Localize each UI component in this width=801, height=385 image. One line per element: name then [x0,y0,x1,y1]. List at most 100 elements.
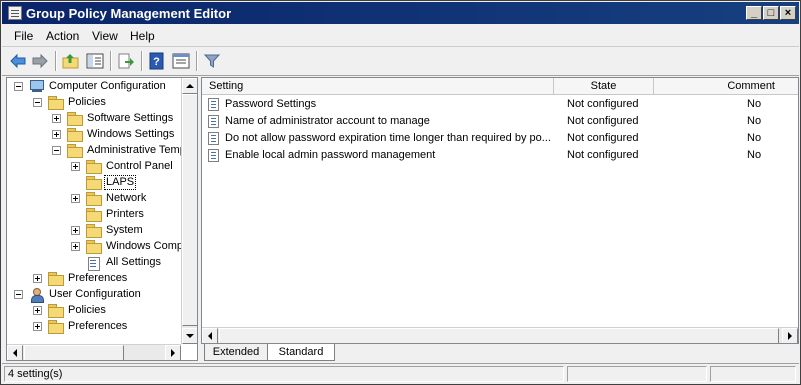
help-icon[interactable]: ? [148,52,166,70]
expand-icon[interactable] [52,130,61,139]
tree-item-policies[interactable]: Policies [7,95,181,111]
filter-icon[interactable] [203,52,221,70]
tree-item-label: System [106,224,143,236]
forward-arrow-icon[interactable] [31,52,49,70]
menu-view[interactable]: View [92,29,118,43]
folder-icon [67,112,83,126]
column-header-setting[interactable]: Setting [202,78,554,95]
tree-vertical-scrollbar[interactable] [181,78,197,344]
tree-item-label: Policies [68,96,106,108]
expand-icon[interactable] [71,242,80,251]
list-horizontal-scrollbar[interactable] [202,327,798,343]
expand-icon[interactable] [33,274,42,283]
folder-icon [86,224,102,238]
expand-icon[interactable] [71,162,80,171]
setting-comment: No [747,132,762,144]
policy-setting-icon [208,149,219,162]
tree-item-label: Computer Configuration [49,80,166,92]
minimize-button[interactable]: _ [746,6,762,20]
tab-extended[interactable]: Extended [204,344,268,361]
tree-item-user-configuration[interactable]: User Configuration [7,287,181,303]
column-header-state[interactable]: State [554,78,654,95]
tree-item-network[interactable]: Network [7,191,181,207]
expand-icon[interactable] [33,322,42,331]
tree-item-label: Printers [106,208,144,220]
list-row[interactable]: Password Settings Not configured No [202,96,798,113]
tree-item-label: Network [106,192,147,204]
collapse-icon[interactable] [14,290,23,299]
export-list-icon[interactable] [117,52,135,70]
scroll-up-button[interactable] [182,78,197,94]
back-arrow-icon[interactable] [9,52,27,70]
tree-item-label: Software Settings [87,112,174,124]
status-panel [710,366,796,382]
menu-action[interactable]: Action [46,29,79,43]
main-window: Group Policy Management Editor _ □ × Fil… [0,0,801,385]
window-title: Group Policy Management Editor [26,6,232,21]
close-button[interactable]: × [780,6,796,20]
expand-icon[interactable] [71,226,80,235]
scroll-left-button[interactable] [7,345,23,360]
scroll-thumb[interactable] [24,345,124,360]
tree-item-software-settings[interactable]: Software Settings [7,111,181,127]
expand-icon[interactable] [71,194,80,203]
tree-item-all-settings[interactable]: All Settings [7,255,181,271]
tree-pane: Computer Configuration Policies Software… [6,77,198,361]
scroll-right-button[interactable] [782,328,798,343]
setting-comment: No [747,149,762,161]
scroll-right-button[interactable] [165,345,181,360]
expand-icon[interactable] [52,114,61,123]
all-settings-icon [86,256,102,271]
expand-icon[interactable] [33,306,42,315]
tree-item-label: Windows Compo [106,240,181,252]
arrow-right-icon [788,332,792,340]
tree-item-laps[interactable]: LAPS [7,175,181,191]
arrow-down-icon [186,334,194,338]
tree-item-control-panel[interactable]: Control Panel [7,159,181,175]
tree-item-printers[interactable]: Printers [7,207,181,223]
scroll-thumb[interactable] [182,94,197,326]
setting-name: Password Settings [225,98,317,110]
tree-item-user-preferences[interactable]: Preferences [7,319,181,335]
tree-item-computer-configuration[interactable]: Computer Configuration [7,79,181,95]
list-row[interactable]: Do not allow password expiration time lo… [202,130,798,147]
collapse-icon[interactable] [52,146,61,155]
maximize-button[interactable]: □ [763,6,779,20]
tree-item-system[interactable]: System [7,223,181,239]
up-folder-icon[interactable] [62,52,80,70]
tree-item-label: Preferences [68,272,128,284]
title-bar[interactable]: Group Policy Management Editor _ □ × [2,2,799,24]
folder-icon [48,272,64,286]
list-row[interactable]: Name of administrator account to manage … [202,113,798,130]
tree-item-windows-components[interactable]: Windows Compo [7,239,181,255]
tree-item-label: Preferences [68,320,128,332]
scroll-thumb[interactable] [219,328,779,343]
tree-item-computer-preferences[interactable]: Preferences [7,271,181,287]
tree-item-windows-settings[interactable]: Windows Settings [7,127,181,143]
menu-file[interactable]: File [14,29,33,43]
tab-standard[interactable]: Standard [267,344,335,361]
show-hide-tree-icon[interactable] [86,52,104,70]
computer-icon [29,80,45,94]
menu-help[interactable]: Help [130,29,155,43]
tree-item-administrative-templates[interactable]: Administrative Temp [7,143,181,159]
column-header-comment[interactable]: Comment [654,78,798,95]
scroll-down-button[interactable] [182,328,197,344]
tree-item-label: Control Panel [106,160,173,172]
tree-item-label: Policies [68,304,106,316]
list-row[interactable]: Enable local admin password management N… [202,147,798,164]
toolbar-separator [55,51,57,71]
policy-setting-icon [208,115,219,128]
collapse-icon[interactable] [14,82,23,91]
tree-horizontal-scrollbar[interactable] [7,344,181,360]
scroll-left-button[interactable] [202,328,218,343]
tree-item-label: Administrative Temp [87,144,181,156]
folder-icon [86,176,102,190]
arrow-left-icon [208,332,212,340]
tree-item-user-policies[interactable]: Policies [7,303,181,319]
settings-list-pane: Setting State Comment Password Settings … [201,77,799,344]
svg-text:?: ? [153,56,160,68]
tree-item-label: User Configuration [49,288,141,300]
properties-icon[interactable] [172,52,190,70]
collapse-icon[interactable] [33,98,42,107]
